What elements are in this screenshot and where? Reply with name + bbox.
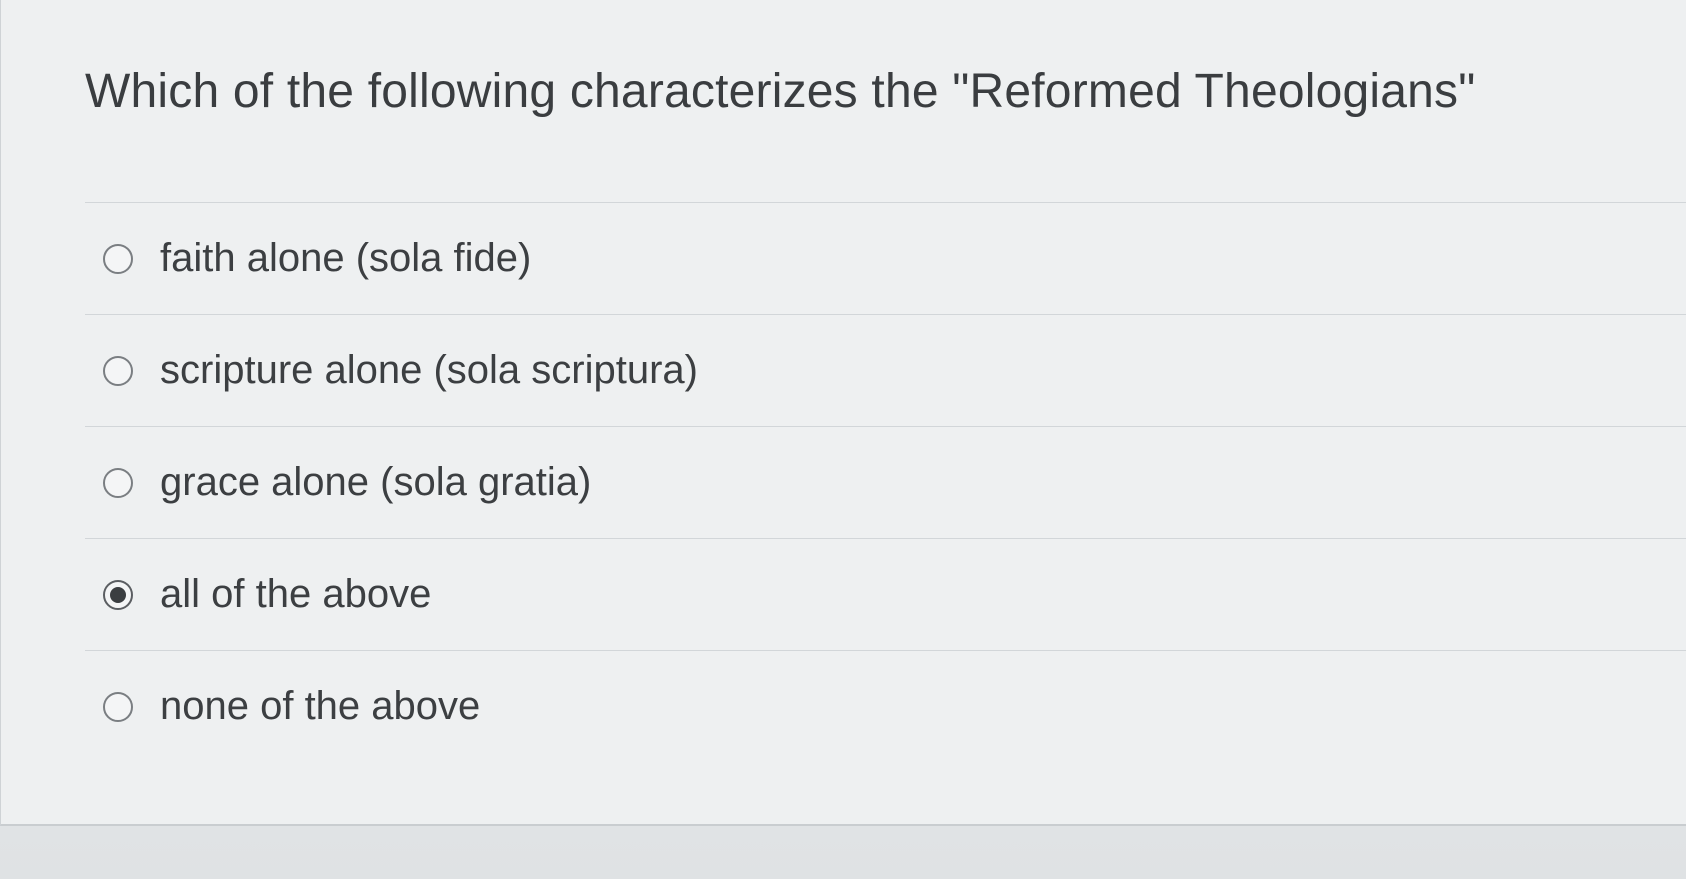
answer-option-all-of-the-above[interactable]: all of the above <box>85 539 1686 650</box>
answer-label: none of the above <box>160 684 481 728</box>
radio-button[interactable] <box>103 355 133 386</box>
radio-button[interactable] <box>103 243 133 274</box>
answer-option-grace-alone[interactable]: grace alone (sola gratia) <box>85 427 1686 538</box>
answer-label: scripture alone (sola scriptura) <box>160 348 698 392</box>
quiz-page: Which of the following characterizes the… <box>0 0 1686 879</box>
question-card: Which of the following characterizes the… <box>0 0 1686 826</box>
answer-label: grace alone (sola gratia) <box>160 460 592 504</box>
radio-button[interactable] <box>103 691 133 722</box>
answer-label: all of the above <box>160 572 432 616</box>
answer-option-faith-alone[interactable]: faith alone (sola fide) <box>85 203 1686 314</box>
answer-list: faith alone (sola fide) scripture alone … <box>85 202 1686 762</box>
radio-button-selected[interactable] <box>103 579 133 610</box>
radio-button[interactable] <box>103 467 133 498</box>
question-text: Which of the following characterizes the… <box>85 65 1476 118</box>
answer-label: faith alone (sola fide) <box>160 236 532 280</box>
answer-option-none-of-the-above[interactable]: none of the above <box>85 651 1686 762</box>
answer-option-scripture-alone[interactable]: scripture alone (sola scriptura) <box>85 315 1686 426</box>
